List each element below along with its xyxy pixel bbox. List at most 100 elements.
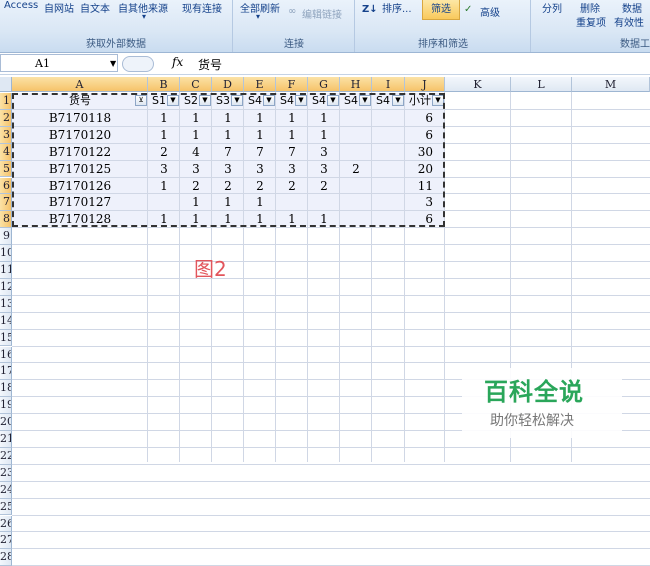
item-no-cell[interactable]: B7170122 xyxy=(12,144,148,160)
filter-dropdown-icon[interactable]: ▼ xyxy=(167,95,179,106)
size-cell[interactable]: 6 xyxy=(405,211,445,227)
size-cell[interactable]: 1 xyxy=(180,211,212,227)
chevron-down-icon[interactable]: ▼ xyxy=(110,59,116,68)
size-cell[interactable] xyxy=(372,178,405,194)
size-cell[interactable]: 1 xyxy=(276,110,308,126)
size-cell[interactable]: 1 xyxy=(180,194,212,210)
row-header[interactable]: 12 xyxy=(0,278,12,296)
size-cell[interactable]: 1 xyxy=(276,127,308,143)
header-cell[interactable]: S4 ▼ xyxy=(244,93,276,109)
size-cell[interactable] xyxy=(372,161,405,177)
size-cell[interactable]: 2 xyxy=(340,161,372,177)
row-header[interactable]: 8 xyxy=(0,211,12,229)
row-header[interactable]: 6 xyxy=(0,177,12,195)
from-access-button[interactable]: Access xyxy=(4,0,38,11)
row-header[interactable]: 5 xyxy=(0,160,12,178)
formula-bar-expander[interactable] xyxy=(122,56,154,72)
header-cell[interactable]: S4 ▼ xyxy=(308,93,340,109)
size-cell[interactable]: 30 xyxy=(405,144,445,160)
size-cell[interactable]: 1 xyxy=(244,194,276,210)
size-cell[interactable] xyxy=(372,194,405,210)
filter-dropdown-icon[interactable]: ▼ xyxy=(263,95,275,106)
header-cell[interactable]: S4 ▼ xyxy=(372,93,405,109)
column-header-k[interactable]: K xyxy=(445,77,511,92)
column-header-l[interactable]: L xyxy=(511,77,572,92)
size-cell[interactable]: 1 xyxy=(148,178,180,194)
size-cell[interactable]: 1 xyxy=(180,110,212,126)
row-header[interactable]: 27 xyxy=(0,532,12,550)
size-cell[interactable]: 2 xyxy=(148,144,180,160)
item-no-cell[interactable]: B7170125 xyxy=(12,161,148,177)
size-cell[interactable]: 3 xyxy=(308,144,340,160)
size-cell[interactable]: 1 xyxy=(244,211,276,227)
row-header[interactable]: 7 xyxy=(0,194,12,212)
row-header[interactable]: 17 xyxy=(0,363,12,381)
size-cell[interactable] xyxy=(372,110,405,126)
size-cell[interactable] xyxy=(308,194,340,210)
column-header-c[interactable]: C xyxy=(180,77,212,92)
size-cell[interactable]: 1 xyxy=(148,110,180,126)
size-cell[interactable]: 7 xyxy=(276,144,308,160)
header-cell[interactable]: S1 ▼ xyxy=(148,93,180,109)
size-cell[interactable]: 11 xyxy=(405,178,445,194)
header-cell[interactable]: S4 ▼ xyxy=(340,93,372,109)
from-web-button[interactable]: 自网站 xyxy=(44,0,74,15)
size-cell[interactable]: 2 xyxy=(276,178,308,194)
size-cell[interactable]: 1 xyxy=(148,127,180,143)
row-header[interactable]: 22 xyxy=(0,447,12,465)
item-no-cell[interactable]: B7170128 xyxy=(12,211,148,227)
column-header-d[interactable]: D xyxy=(212,77,244,92)
size-cell[interactable]: 1 xyxy=(244,127,276,143)
sort-button[interactable]: 排序... xyxy=(382,0,412,15)
size-cell[interactable]: 7 xyxy=(212,144,244,160)
size-cell[interactable]: 2 xyxy=(212,178,244,194)
select-all-button[interactable] xyxy=(0,77,12,92)
remove-duplicates-button[interactable]: 删除 xyxy=(580,0,600,15)
size-cell[interactable]: 6 xyxy=(405,110,445,126)
row-header[interactable]: 20 xyxy=(0,414,12,431)
size-cell[interactable]: 20 xyxy=(405,161,445,177)
header-cell[interactable]: S3 ▼ xyxy=(212,93,244,109)
row-header[interactable]: 1 xyxy=(0,93,12,110)
row-header[interactable]: 28 xyxy=(0,549,12,566)
column-header-m[interactable]: M xyxy=(572,77,650,92)
size-cell[interactable]: 1 xyxy=(244,110,276,126)
row-header[interactable]: 26 xyxy=(0,515,12,533)
size-cell[interactable]: 3 xyxy=(276,161,308,177)
filter-dropdown-icon[interactable]: ▼ xyxy=(295,95,307,106)
size-cell[interactable]: 1 xyxy=(276,211,308,227)
size-cell[interactable] xyxy=(148,194,180,210)
filter-active-icon[interactable]: ⊻ xyxy=(135,95,147,106)
filter-dropdown-icon[interactable]: ▼ xyxy=(231,95,243,106)
column-header-g[interactable]: G xyxy=(308,77,340,92)
filter-button[interactable]: 筛选 xyxy=(422,0,460,20)
header-cell[interactable]: S2 ▼ xyxy=(180,93,212,109)
size-cell[interactable] xyxy=(372,211,405,227)
size-cell[interactable]: 1 xyxy=(308,211,340,227)
row-header[interactable]: 16 xyxy=(0,346,12,364)
size-cell[interactable]: 1 xyxy=(180,127,212,143)
column-header-f[interactable]: F xyxy=(276,77,308,92)
filter-dropdown-icon[interactable]: ▼ xyxy=(199,95,211,106)
row-header[interactable]: 18 xyxy=(0,380,12,398)
column-header-e[interactable]: E xyxy=(244,77,276,92)
item-no-cell[interactable]: B7170118 xyxy=(12,110,148,126)
size-cell[interactable] xyxy=(372,127,405,143)
from-text-button[interactable]: 自文本 xyxy=(80,0,110,15)
size-cell[interactable]: 1 xyxy=(212,194,244,210)
size-cell[interactable] xyxy=(372,144,405,160)
column-header-j[interactable]: J xyxy=(405,77,445,92)
row-header[interactable]: 10 xyxy=(0,245,12,262)
size-cell[interactable]: 1 xyxy=(148,211,180,227)
row-header[interactable]: 11 xyxy=(0,262,12,279)
name-box[interactable]: A1 xyxy=(0,54,118,72)
row-header[interactable]: 15 xyxy=(0,329,12,347)
advanced-button[interactable]: 高级 xyxy=(480,4,500,19)
size-cell[interactable]: 1 xyxy=(212,127,244,143)
filter-dropdown-icon[interactable]: ▼ xyxy=(327,95,339,106)
edit-links-button[interactable]: 编辑链接 xyxy=(302,6,342,21)
size-cell[interactable]: 1 xyxy=(212,211,244,227)
column-header-i[interactable]: I xyxy=(372,77,405,92)
filter-dropdown-icon[interactable]: ▼ xyxy=(359,95,371,106)
data-validation-button[interactable]: 数据 xyxy=(622,0,642,15)
